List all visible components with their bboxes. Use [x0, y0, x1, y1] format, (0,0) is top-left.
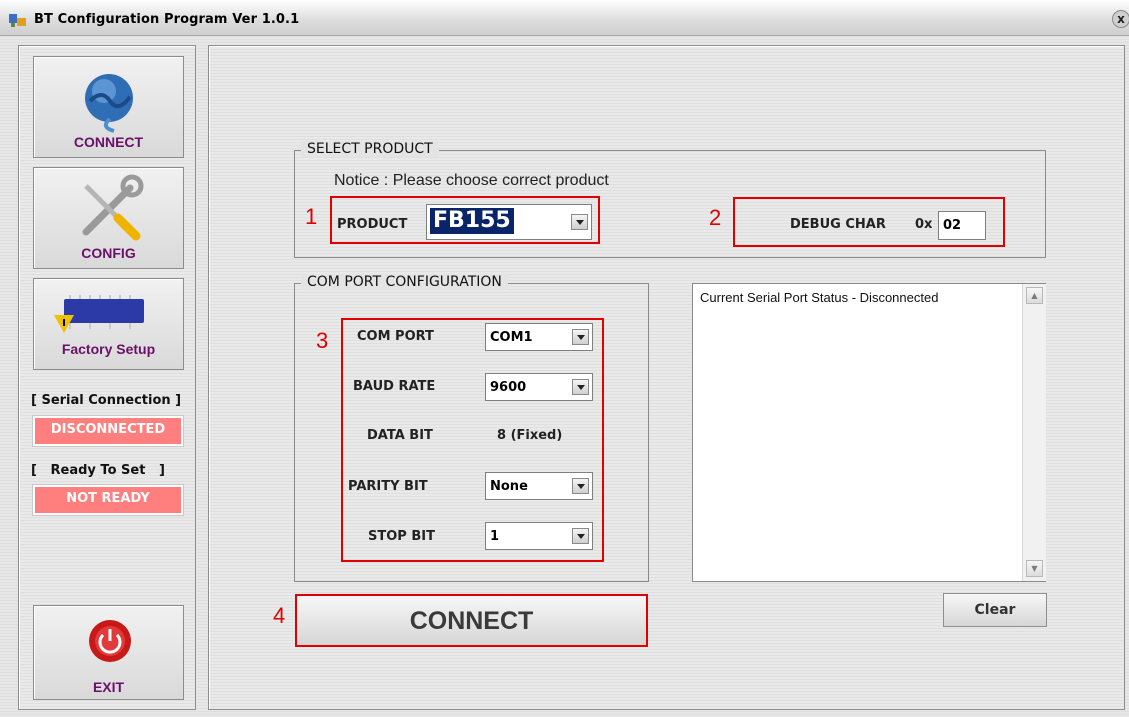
parity-bit-label: PARITY BIT [348, 479, 428, 494]
baud-rate-select[interactable]: 9600 [485, 373, 593, 401]
status-log-text: Current Serial Port Status - Disconnecte… [700, 290, 939, 305]
config-nav-button[interactable]: CONFIG [33, 167, 184, 269]
com-port-label: COM PORT [357, 329, 434, 344]
product-label: PRODUCT [337, 217, 408, 232]
app-icon [8, 11, 28, 29]
serial-connection-heading: [ Serial Connection ] [31, 393, 182, 408]
ready-status-badge: NOT READY [32, 484, 184, 516]
annotation-number-2: 2 [709, 205, 722, 230]
com-port-value: COM1 [490, 330, 533, 345]
data-bit-label: DATA BIT [367, 428, 433, 443]
stop-bit-label: STOP BIT [368, 529, 435, 544]
serial-status-badge: DISCONNECTED [32, 415, 184, 447]
status-log-area[interactable]: Current Serial Port Status - Disconnecte… [692, 283, 1046, 582]
chevron-down-icon [572, 528, 589, 544]
parity-bit-select[interactable]: None [485, 472, 593, 500]
annotation-number-4: 4 [273, 603, 286, 628]
com-port-select[interactable]: COM1 [485, 323, 593, 351]
connect-nav-button[interactable]: CONNECT [33, 56, 184, 158]
debug-char-input[interactable]: 02 [938, 211, 986, 240]
factory-setup-label: Factory Setup [61, 341, 156, 357]
exit-label: EXIT [92, 679, 125, 695]
parity-bit-value: None [490, 479, 528, 494]
scroll-down-icon[interactable]: ▼ [1026, 560, 1043, 577]
clear-button[interactable]: Clear [943, 593, 1047, 627]
notice-text: Notice : Please choose correct product [334, 172, 609, 189]
connect-nav-label: CONNECT [73, 134, 144, 150]
baud-rate-label: BAUD RATE [353, 379, 436, 394]
com-port-title: COM PORT CONFIGURATION [301, 274, 508, 290]
chevron-down-icon [572, 329, 589, 345]
product-select-value: FB155 [430, 208, 514, 234]
debug-hex-prefix: 0x [915, 217, 933, 232]
chip-warning-icon [54, 295, 144, 333]
config-nav-label: CONFIG [81, 245, 136, 261]
data-bit-value: 8 (Fixed) [497, 428, 563, 443]
tools-icon [82, 174, 144, 241]
connect-button[interactable]: CONNECT [295, 594, 648, 647]
exit-button[interactable]: EXIT [33, 605, 184, 700]
power-icon [89, 620, 131, 662]
baud-rate-value: 9600 [490, 380, 527, 395]
scroll-up-icon[interactable]: ▲ [1026, 287, 1043, 304]
ready-to-set-heading: [ Ready To Set ] [31, 463, 165, 478]
product-select[interactable]: FB155 [426, 204, 592, 240]
chevron-down-icon [572, 478, 589, 494]
stop-bit-select[interactable]: 1 [485, 522, 593, 550]
factory-setup-button[interactable]: Factory Setup [33, 278, 184, 370]
chevron-down-icon [572, 379, 589, 395]
stop-bit-value: 1 [490, 529, 500, 544]
annotation-number-3: 3 [316, 328, 329, 353]
debug-char-label: DEBUG CHAR [790, 217, 886, 232]
select-product-title: SELECT PRODUCT [301, 141, 439, 157]
chevron-down-icon [571, 214, 588, 230]
globe-icon [85, 74, 133, 133]
close-icon[interactable]: x [1112, 10, 1129, 28]
log-scrollbar[interactable]: ▲ ▼ [1022, 284, 1046, 581]
annotation-number-1: 1 [305, 204, 318, 229]
window-title: BT Configuration Program Ver 1.0.1 [34, 12, 300, 27]
